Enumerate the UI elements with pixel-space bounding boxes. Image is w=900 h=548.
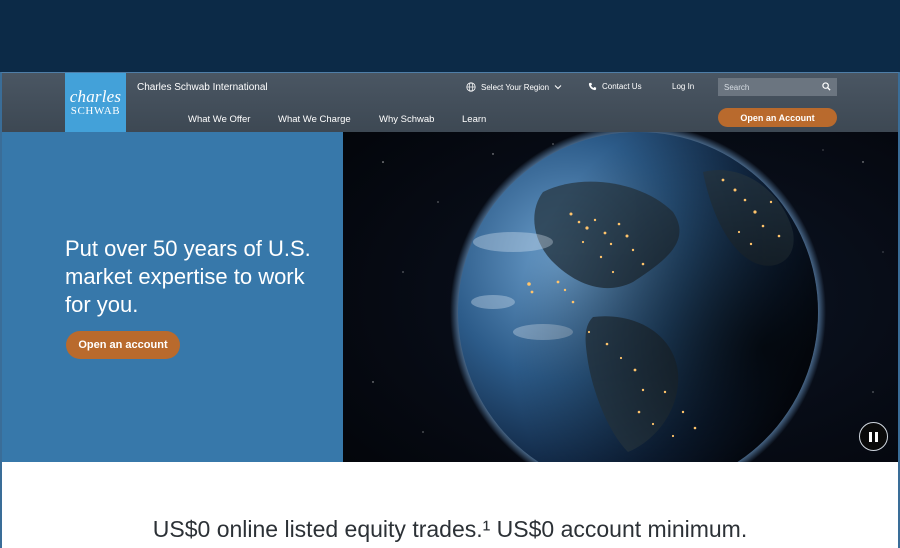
nav-what-we-offer[interactable]: What We Offer — [188, 114, 250, 125]
contact-link[interactable]: Contact Us — [588, 82, 642, 91]
region-label: Select Your Region — [481, 82, 550, 92]
earth-illustration — [343, 132, 898, 462]
schwab-logo[interactable]: charles SCHWAB — [65, 73, 126, 132]
browser-window: charles SCHWAB Charles Schwab Internatio… — [0, 72, 900, 548]
login-link[interactable]: Log In — [672, 82, 694, 91]
logo-line1: charles — [69, 87, 122, 106]
site-header: charles SCHWAB Charles Schwab Internatio… — [2, 73, 898, 132]
pause-button[interactable] — [859, 422, 888, 451]
logo-line2: SCHWAB — [70, 105, 121, 117]
hero-headline: Put over 50 years of U.S. market experti… — [65, 236, 311, 317]
nav-learn[interactable]: Learn — [462, 114, 486, 125]
pause-icon-bar-left — [869, 431, 872, 442]
search-input[interactable]: Search — [718, 78, 837, 96]
hero-open-account-button[interactable]: Open an account — [66, 331, 180, 359]
globe-icon — [466, 82, 476, 92]
pause-icon-bar-right — [875, 431, 878, 442]
chevron-down-icon — [554, 84, 562, 90]
region-selector[interactable]: Select Your Region — [466, 82, 562, 92]
hero-earth-image — [343, 132, 898, 462]
promo-headline: US$0 online listed equity trades.¹ US$0 … — [152, 516, 748, 542]
contact-label: Contact Us — [602, 82, 642, 91]
search-icon[interactable] — [822, 78, 831, 96]
hero-text-panel: Put over 50 years of U.S. market experti… — [2, 132, 343, 462]
nav-why-schwab[interactable]: Why Schwab — [379, 114, 434, 125]
nav-what-we-charge[interactable]: What We Charge — [278, 114, 351, 125]
phone-icon — [588, 82, 597, 91]
search-placeholder: Search — [724, 82, 750, 92]
open-account-button[interactable]: Open an Account — [718, 108, 837, 127]
brand-name: Charles Schwab International — [137, 82, 268, 93]
